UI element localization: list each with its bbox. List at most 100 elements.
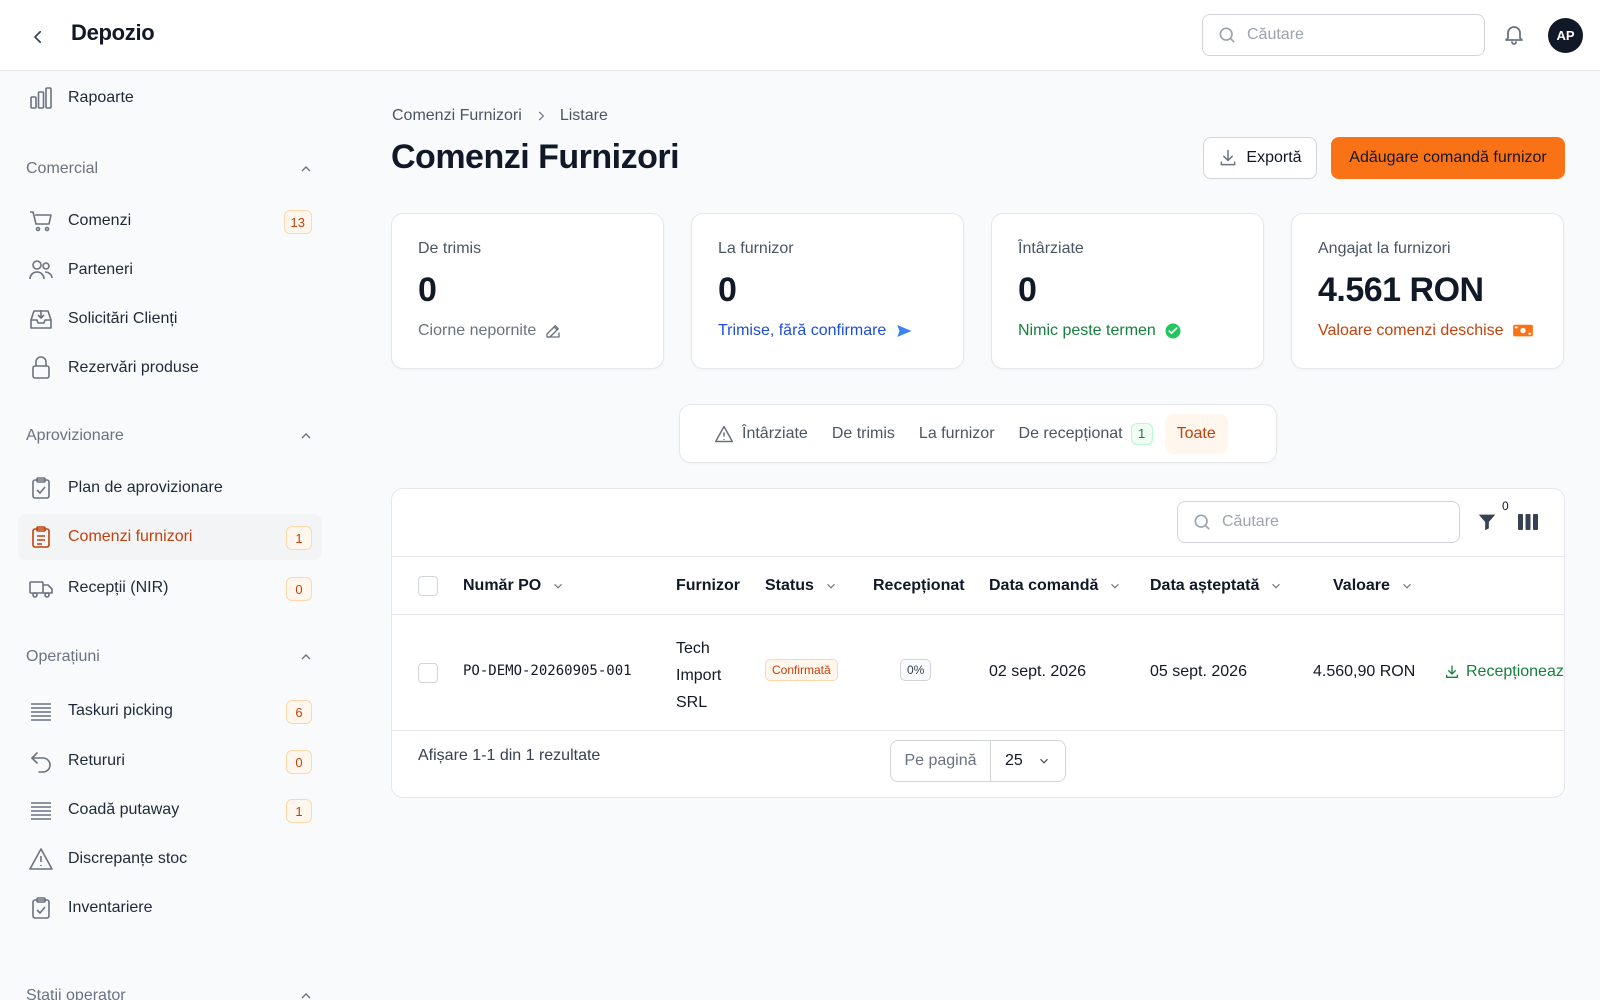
row-checkbox[interactable] <box>418 663 438 683</box>
col-data-comanda[interactable]: Data comandă <box>989 557 1122 614</box>
per-page-select[interactable]: 25 <box>991 741 1065 781</box>
sidebar-item-label: Discrepanțe stoc <box>68 850 188 867</box>
col-valoare[interactable]: Valoare <box>1333 557 1414 614</box>
filter-icon[interactable] <box>1476 511 1498 533</box>
sidebar-item-taskuri-picking[interactable]: Taskuri picking 6 <box>18 688 322 734</box>
chevron-down-icon <box>1269 579 1283 593</box>
tab-la-furnizor[interactable]: La furnizor <box>907 414 1007 454</box>
back-arrow-icon[interactable] <box>24 23 52 51</box>
card-subtitle: Ciorne neporn­ite <box>418 322 663 340</box>
select-all-checkbox[interactable] <box>418 575 438 596</box>
tab-intarziate[interactable]: Întârziate <box>702 414 820 454</box>
sidebar-item-label: Plan de aprovizionare <box>68 479 223 496</box>
global-search[interactable] <box>1202 14 1485 56</box>
supplier-line: Tech <box>676 640 710 657</box>
sidebar-item-solicitari[interactable]: Solicitări Clienți <box>18 296 322 342</box>
sidebar-item-comenzi[interactable]: Comenzi 13 <box>18 198 322 244</box>
sidebar-item-comenzi-furnizori[interactable]: Comenzi furnizori 1 <box>18 514 322 560</box>
col-status[interactable]: Status <box>765 557 838 614</box>
warning-icon <box>28 846 54 872</box>
sidebar-item-rapoarte[interactable]: Rapoarte <box>18 75 322 121</box>
card-value: 0 <box>1018 271 1037 309</box>
stat-card-de-trimis[interactable]: De trimis 0 Ciorne neporn­ite <box>391 213 664 369</box>
order-value: 4.560,90 RON <box>1313 663 1416 680</box>
table-row[interactable]: PO-DEMO-20260905-001 Tech Import SRL Con… <box>392 615 1564 731</box>
column-label: Valoare <box>1333 576 1390 594</box>
bell-icon[interactable] <box>1502 22 1528 48</box>
tab-label: Întârziate <box>742 424 808 442</box>
table-search[interactable] <box>1177 501 1460 543</box>
sidebar-item-parteneri[interactable]: Parteneri <box>18 247 322 293</box>
breadcrumb-parent[interactable]: Comenzi Furnizori <box>392 107 522 125</box>
download-icon <box>1444 664 1460 680</box>
sidebar-item-receptii[interactable]: Recepții (NIR) 0 <box>18 565 322 611</box>
list-icon <box>28 797 54 823</box>
card-subtitle-text: Nimic peste termen <box>1018 322 1156 339</box>
export-label: Exportă <box>1246 149 1302 166</box>
columns-icon[interactable] <box>1516 511 1540 533</box>
card-title: De trimis <box>418 240 482 257</box>
order-date: 02 sept. 2026 <box>989 663 1086 680</box>
section-title: Stații operator <box>26 987 126 1000</box>
col-data-asteptata[interactable]: Data așteptată <box>1150 557 1283 614</box>
chevron-down-icon <box>1108 579 1122 593</box>
sidebar-item-rezervari[interactable]: Rezervări produse <box>18 345 322 391</box>
table-search-input[interactable] <box>1222 513 1459 531</box>
sidebar-item-label: Coadă putaway <box>68 801 180 818</box>
add-supplier-order-button[interactable]: Adăugare comandă furnizor <box>1331 137 1565 179</box>
export-button[interactable]: Exportă <box>1203 137 1317 179</box>
chevron-down-icon <box>1400 579 1414 593</box>
tab-de-trimis[interactable]: De trimis <box>820 414 907 454</box>
section-comercial[interactable]: Comercial <box>26 160 314 178</box>
col-numar-po[interactable]: Număr PO <box>463 557 565 614</box>
stat-card-la-furnizor[interactable]: La furnizor 0 Trimise, fără confirmare <box>691 213 964 369</box>
stat-card-angajat[interactable]: Angajat la furnizori 4.561 RON Valoare c… <box>1291 213 1564 369</box>
sidebar-item-retururi[interactable]: Retururi 0 <box>18 738 322 784</box>
orders-table-panel: 0 Număr PO Furnizor Status Recepționat D… <box>391 488 1565 798</box>
section-title: Operațiuni <box>26 648 100 665</box>
section-aprovizionare[interactable]: Aprovizionare <box>26 427 314 445</box>
per-page-control: Pe pagină 25 <box>890 740 1066 782</box>
col-receptionat[interactable]: Recepționat <box>873 557 965 614</box>
chevron-down-icon <box>824 579 838 593</box>
global-search-input[interactable] <box>1247 26 1484 44</box>
page-title: Comenzi Furnizori <box>391 138 680 176</box>
card-subtitle-text: Valoare comenzi deschise <box>1318 322 1504 339</box>
column-label: Număr PO <box>463 576 542 594</box>
sidebar-item-inventariere[interactable]: Inventariere <box>18 885 322 931</box>
clipboard-check-icon <box>28 475 54 501</box>
sidebar: Rapoarte Comercial Comenzi 13 Parteneri … <box>0 71 340 1000</box>
section-statii-operator[interactable]: Stații operator <box>26 987 314 1000</box>
card-subtitle: Valoare comenzi deschise <box>1318 322 1563 340</box>
sidebar-item-label: Rapoarte <box>68 89 134 106</box>
section-operatiuni[interactable]: Operațiuni <box>26 648 314 666</box>
count-badge: 6 <box>286 700 312 724</box>
sidebar-item-plan-aprovizionare[interactable]: Plan de aprovizionare <box>18 465 322 511</box>
status-tabs: Întârziate De trimis La furnizor De rece… <box>679 404 1277 463</box>
po-number[interactable]: PO-DEMO-20260905-001 <box>463 663 632 679</box>
receive-button[interactable]: Recepționează <box>1444 663 1564 681</box>
count-badge: 1 <box>286 799 312 823</box>
table-header: Număr PO Furnizor Status Recepționat Dat… <box>392 556 1564 615</box>
tab-toate[interactable]: Toate <box>1164 413 1228 454</box>
app-title: Depozio <box>71 20 155 45</box>
tab-de-receptionat[interactable]: De recepționat 1 <box>1007 414 1165 454</box>
sidebar-item-label: Parteneri <box>68 261 133 278</box>
column-label: Data comandă <box>989 576 1099 594</box>
lock-icon <box>28 355 54 381</box>
received-cell: 0% <box>900 659 932 681</box>
sidebar-item-label: Retururi <box>68 752 125 769</box>
section-title: Aprovizionare <box>26 427 124 444</box>
card-subtitle-text: Ciorne neporn­ite <box>418 322 537 339</box>
stat-card-intarziate[interactable]: Întârziate 0 Nimic peste termen <box>991 213 1264 369</box>
column-label: Status <box>765 576 814 594</box>
inbox-icon <box>28 306 54 332</box>
per-page-value: 25 <box>1005 752 1023 769</box>
tab-label: La furnizor <box>918 424 995 442</box>
avatar[interactable]: AP <box>1548 18 1583 53</box>
tab-label: De trimis <box>831 424 895 442</box>
col-furnizor[interactable]: Furnizor <box>676 557 740 614</box>
sidebar-item-discrepante[interactable]: Discrepanțe stoc <box>18 836 322 882</box>
select-all-cell <box>418 557 438 614</box>
sidebar-item-coada-putaway[interactable]: Coadă putaway 1 <box>18 787 322 833</box>
